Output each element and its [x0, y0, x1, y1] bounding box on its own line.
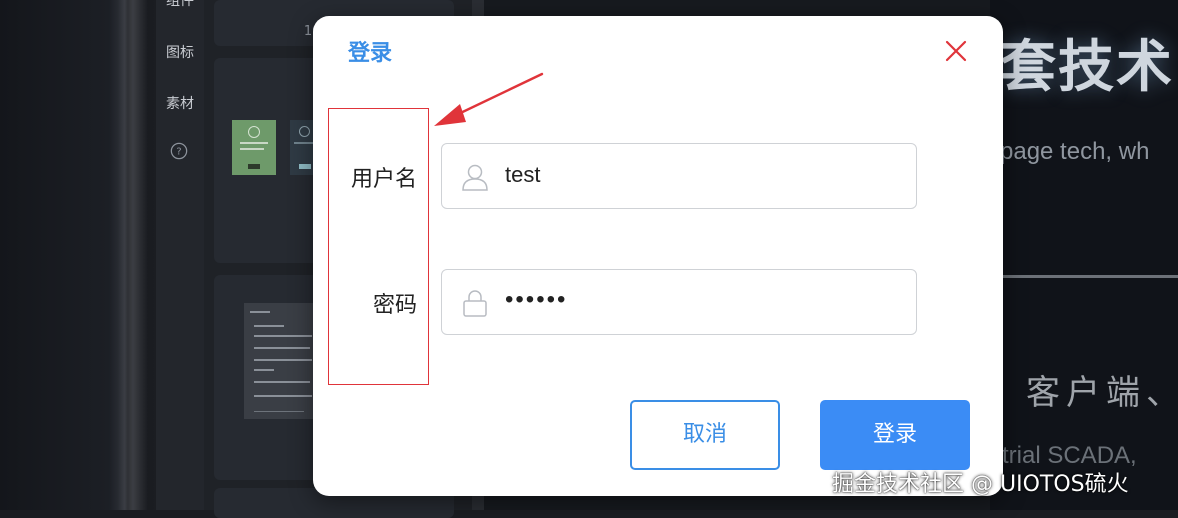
login-button[interactable]: 登录 [820, 400, 970, 470]
slide-subtitle: page tech, wh [1000, 138, 1150, 165]
cancel-button[interactable]: 取消 [630, 400, 780, 470]
rail-shadow [118, 0, 148, 510]
sidebar-tab-components[interactable]: 组件 [156, 0, 204, 10]
sidebar-tab-assets[interactable]: 素材 [156, 93, 204, 113]
username-value: test [505, 162, 541, 187]
username-field[interactable]: test [441, 143, 917, 209]
slide-divider [1000, 275, 1178, 278]
dialog-title: 登录 [348, 41, 393, 66]
close-icon[interactable] [941, 36, 971, 66]
password-value: •••••• [505, 286, 568, 313]
editor-sidebar: 组件 图标 素材 [156, 0, 205, 510]
user-icon [462, 164, 488, 191]
annotation-arrow-icon [434, 72, 544, 126]
template-thumbnail [244, 303, 316, 419]
svg-text:?: ? [176, 147, 181, 158]
watermark: 掘金技术社区 @ UIOTOS硫火 [832, 472, 1129, 497]
label-highlight-box [328, 108, 429, 385]
template-thumbnail [232, 120, 276, 175]
slide-cn-text: 客户端、 [1026, 373, 1178, 413]
slide-title: 套技术 [1000, 35, 1174, 100]
help-icon[interactable]: ? [170, 142, 188, 160]
sidebar-tab-icons[interactable]: 图标 [156, 42, 204, 62]
lock-icon [463, 290, 487, 317]
password-field[interactable]: •••••• [441, 269, 917, 335]
